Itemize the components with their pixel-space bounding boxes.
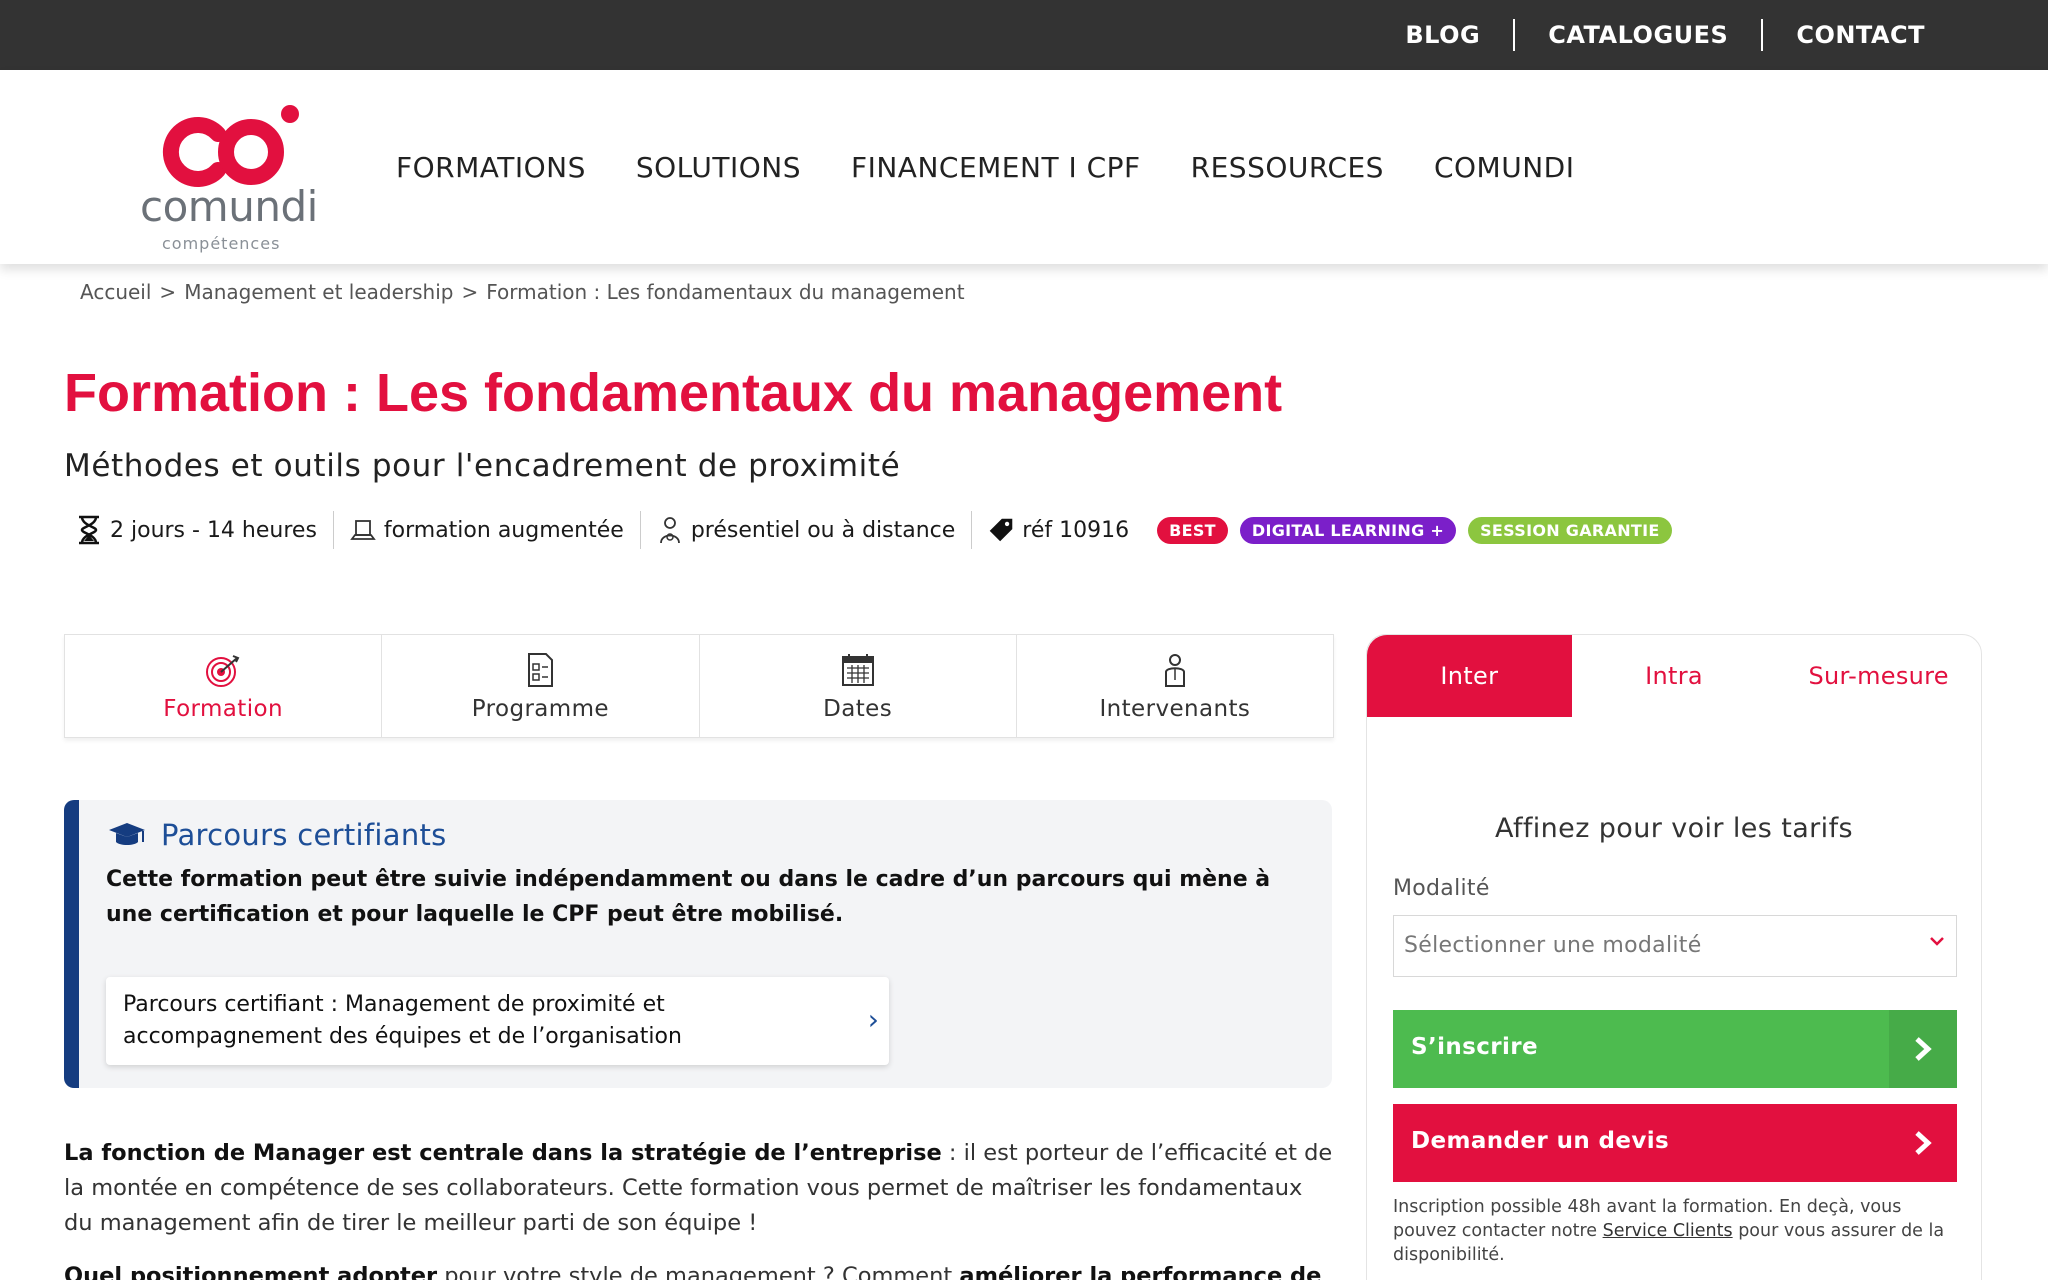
mode-text: présentiel ou à distance xyxy=(690,517,956,543)
parcours-header: Parcours certifiants xyxy=(107,818,447,852)
chevron-right-icon xyxy=(1889,1010,1957,1088)
format-text: formation augmentée xyxy=(383,517,624,543)
top-bar: BLOG CATALOGUES CONTACT xyxy=(0,0,2048,70)
badge-session-garantie: SESSION GARANTIE xyxy=(1468,516,1672,544)
pricing-heading: Affinez pour voir les tarifs xyxy=(1495,813,1853,844)
description-paragraph: Quel positionnement adopter pour votre s… xyxy=(64,1259,1334,1280)
parcours-link-card[interactable]: Parcours certifiant : Management de prox… xyxy=(106,977,889,1065)
description-paragraph: La fonction de Manager est centrale dans… xyxy=(64,1136,1334,1241)
modalite-select[interactable]: Sélectionner une modalité xyxy=(1393,915,1957,977)
parcours-text: Cette formation peut être suivie indépen… xyxy=(106,867,1271,927)
pricing-panel: Inter Intra Sur-mesure Affinez pour voir… xyxy=(1366,634,1982,1280)
nav-financement-cpf[interactable]: FINANCEMENT I CPF xyxy=(851,151,1141,184)
parcours-card-text: Parcours certifiant : Management de prox… xyxy=(123,992,682,1049)
top-links: BLOG CATALOGUES CONTACT xyxy=(1372,0,1958,70)
breadcrumb-separator: > xyxy=(461,280,479,304)
logo-tagline: compétences xyxy=(162,234,281,253)
nav-ressources[interactable]: RESSOURCES xyxy=(1191,151,1384,184)
tab-intervenants[interactable]: Intervenants xyxy=(1017,635,1333,737)
nav-solutions[interactable]: SOLUTIONS xyxy=(636,151,801,184)
breadcrumb-category[interactable]: Management et leadership xyxy=(184,280,453,304)
meta-duration: 2 jours - 14 heures xyxy=(76,515,333,545)
calendar-icon xyxy=(841,654,874,686)
description-bold: améliorer la performance de xyxy=(959,1263,1322,1280)
duration-text: 2 jours - 14 heures xyxy=(110,517,317,543)
contact-link[interactable]: CONTACT xyxy=(1763,21,1958,49)
meta-format: formation augmentée xyxy=(334,515,640,545)
course-description: La fonction de Manager est centrale dans… xyxy=(64,1136,1334,1280)
tag-icon xyxy=(990,518,1013,542)
chevron-down-icon xyxy=(1930,937,1944,946)
description-bold: Quel positionnement adopter xyxy=(64,1263,438,1280)
parcours-certifiants-box: Parcours certifiants Cette formation peu… xyxy=(64,800,1332,1088)
tab-intra[interactable]: Intra xyxy=(1572,635,1777,717)
blog-link[interactable]: BLOG xyxy=(1372,21,1513,49)
comundi-logo[interactable]: comundi compétences xyxy=(138,104,318,254)
tab-label: Formation xyxy=(163,696,283,722)
tab-label: Programme xyxy=(471,696,609,722)
description-bold: La fonction de Manager est centrale dans… xyxy=(64,1140,942,1166)
logo-wordmark: comundi xyxy=(140,182,318,231)
inscription-note: Inscription possible 48h avant la format… xyxy=(1393,1195,1963,1267)
page-subtitle: Méthodes et outils pour l'encadrement de… xyxy=(64,448,901,484)
breadcrumb-separator: > xyxy=(159,280,177,304)
chevron-right-icon xyxy=(1889,1104,1957,1182)
target-icon xyxy=(206,655,240,687)
tab-formation[interactable]: Formation xyxy=(65,635,383,737)
breadcrumb-current: Formation : Les fondamentaux du manageme… xyxy=(486,280,965,304)
course-tabs: Formation Programme Dates Intervenants xyxy=(64,634,1334,738)
breadcrumb-home[interactable]: Accueil xyxy=(80,280,151,304)
devis-button[interactable]: Demander un devis xyxy=(1393,1104,1957,1182)
badge-digital-learning: DIGITAL LEARNING + xyxy=(1239,516,1457,544)
page-title: Formation : Les fondamentaux du manageme… xyxy=(64,363,1283,423)
modalite-label: Modalité xyxy=(1393,876,1490,901)
button-label: S’inscrire xyxy=(1411,1034,1539,1060)
inscrire-button[interactable]: S’inscrire xyxy=(1393,1010,1957,1088)
graduation-cap-icon xyxy=(109,823,145,845)
badge-best: BEST xyxy=(1157,516,1228,544)
tab-sur-mesure[interactable]: Sur-mesure xyxy=(1776,635,1981,717)
tab-label: Intervenants xyxy=(1099,696,1251,722)
pricing-tabs: Inter Intra Sur-mesure xyxy=(1367,635,1981,717)
breadcrumb: Accueil > Management et leadership > For… xyxy=(80,280,965,304)
service-clients-link[interactable]: Service Clients xyxy=(1603,1221,1733,1241)
catalogues-link[interactable]: CATALOGUES xyxy=(1515,21,1761,49)
button-label: Demander un devis xyxy=(1411,1128,1670,1154)
laptop-icon xyxy=(350,520,376,540)
ref-text: réf 10916 xyxy=(1022,517,1130,543)
logo-co-mark xyxy=(162,105,299,187)
meta-mode: présentiel ou à distance xyxy=(641,515,971,545)
description-text: pour votre style de management ? Comment xyxy=(437,1263,960,1280)
nav-comundi[interactable]: COMUNDI xyxy=(1434,151,1575,184)
meta-ref: réf 10916 xyxy=(972,515,1145,545)
document-icon xyxy=(528,653,554,687)
person-icon xyxy=(659,517,680,544)
site-header: comundi compétences FORMATIONS SOLUTIONS… xyxy=(0,70,2048,264)
chevron-right-icon: › xyxy=(867,1003,879,1036)
parcours-title: Parcours certifiants xyxy=(161,818,447,852)
tab-inter[interactable]: Inter xyxy=(1367,635,1572,717)
tab-label: Dates xyxy=(823,696,893,722)
main-nav: FORMATIONS SOLUTIONS FINANCEMENT I CPF R… xyxy=(396,70,1624,264)
hourglass-icon xyxy=(79,515,99,545)
speaker-icon xyxy=(1164,654,1185,687)
tab-programme[interactable]: Programme xyxy=(382,635,700,737)
select-placeholder: Sélectionner une modalité xyxy=(1404,933,1702,958)
tab-dates[interactable]: Dates xyxy=(700,635,1017,737)
nav-formations[interactable]: FORMATIONS xyxy=(396,151,586,184)
course-meta: 2 jours - 14 heures formation augmentée … xyxy=(76,510,1672,550)
